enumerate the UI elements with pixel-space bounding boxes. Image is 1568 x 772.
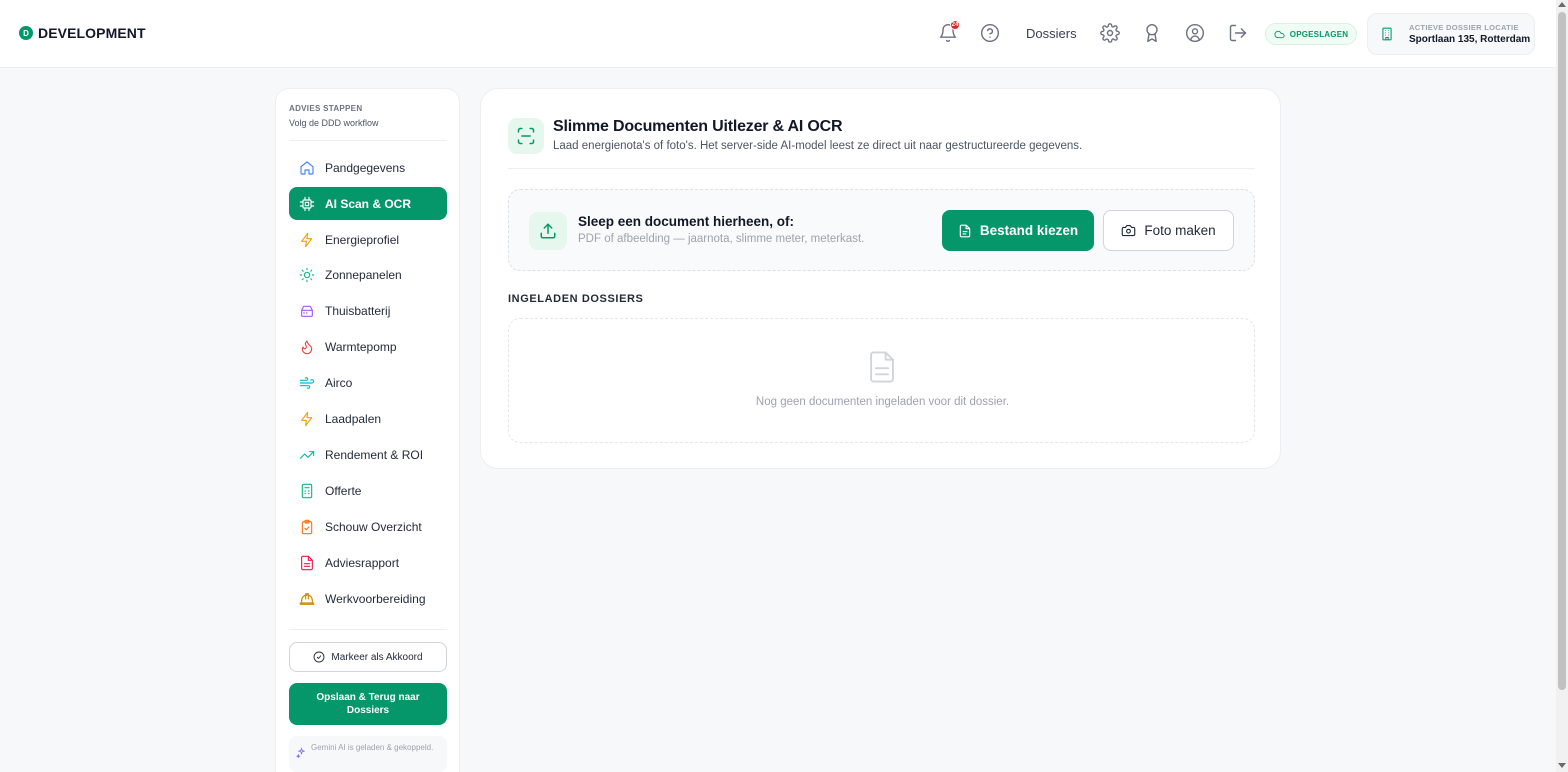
sidebar-item-label: Schouw Overzicht <box>325 520 422 534</box>
sidebar-item-label: Airco <box>325 376 353 390</box>
sidebar-item-energieprofiel[interactable]: Energieprofiel <box>289 223 447 256</box>
choose-file-label: Bestand kiezen <box>979 223 1079 238</box>
mark-approved-button[interactable]: Markeer als Akkoord <box>289 642 447 672</box>
sun-icon <box>299 267 315 283</box>
take-photo-label: Foto maken <box>1144 223 1216 238</box>
sidebar-item-label: AI Scan & OCR <box>325 197 412 211</box>
mark-approved-label: Markeer als Akkoord <box>331 651 423 663</box>
location-label: ACTIEVE DOSSIER LOCATIE <box>1409 23 1519 32</box>
brand-badge: D <box>19 26 33 40</box>
sidebar-item-schouw-overzicht[interactable]: Schouw Overzicht <box>289 510 447 543</box>
save-and-return-button[interactable]: Opslaan & Terug naar Dossiers <box>289 683 447 725</box>
brand-name: DEVELOPMENT <box>38 25 146 41</box>
cloud-check-icon <box>1274 30 1285 38</box>
help-circle-icon <box>980 23 1000 43</box>
sidebar-title: ADVIES STAPPEN <box>289 104 363 113</box>
sidebar-divider <box>289 629 447 630</box>
sparkles-icon <box>296 747 306 758</box>
ai-status-text: Gemini AI is geladen & gekoppeld. <box>311 743 434 752</box>
upload-dropzone[interactable]: Sleep een document hierheen, of: PDF of … <box>508 189 1255 271</box>
home-icon <box>299 160 315 176</box>
page-subtitle: Laad energienota's of foto's. Het server… <box>553 140 1083 152</box>
file-icon <box>959 224 971 237</box>
sidebar-item-label: Thuisbatterij <box>325 304 391 318</box>
sidebar-item-laadpalen[interactable]: Laadpalen <box>289 402 447 435</box>
achievements-button[interactable] <box>1141 22 1163 44</box>
dossiers-link[interactable]: Dossiers <box>1026 26 1077 41</box>
logout-button[interactable] <box>1227 22 1249 44</box>
calculator-icon <box>299 483 315 499</box>
scroll-up-arrow-icon[interactable] <box>1558 2 1566 7</box>
chip-icon <box>299 196 315 212</box>
help-button[interactable] <box>979 22 1001 44</box>
wind-icon <box>299 375 315 391</box>
header-divider <box>508 168 1255 169</box>
bolt-icon <box>299 232 315 248</box>
sidebar-item-werkvoorbereiding[interactable]: Werkvoorbereiding <box>289 582 447 615</box>
building-icon <box>1380 27 1394 41</box>
location-value: Sportlaan 135, Rotterdam <box>1409 34 1531 45</box>
scroll-down-arrow-icon[interactable] <box>1558 763 1566 768</box>
document-icon <box>299 555 315 571</box>
dropzone-title: Sleep een document hierheen, of: <box>578 214 795 229</box>
sidebar-subtitle: Volg de DDD workflow <box>289 118 379 128</box>
empty-documents-state: Nog geen documenten ingeladen voor dit d… <box>508 318 1255 443</box>
page-scrollbar[interactable] <box>1556 0 1568 772</box>
empty-document-icon <box>870 351 894 383</box>
sidebar-item-rendement-roi[interactable]: Rendement & ROI <box>289 438 447 471</box>
choose-file-button[interactable]: Bestand kiezen <box>942 210 1094 251</box>
sidebar-item-pandgegevens[interactable]: Pandgegevens <box>289 151 447 184</box>
bolt-icon <box>299 411 315 427</box>
notifications-button[interactable]: 24 <box>937 20 960 44</box>
top-bar: D DEVELOPMENT 24 Dossiers OPGESLAGEN ACT… <box>0 0 1556 68</box>
advice-steps-sidebar: ADVIES STAPPEN Volg de DDD workflow Pand… <box>275 88 460 772</box>
sidebar-item-label: Rendement & ROI <box>325 448 424 462</box>
scan-icon <box>508 118 544 154</box>
sidebar-item-warmtepomp[interactable]: Warmtepomp <box>289 330 447 363</box>
profile-button[interactable] <box>1184 22 1206 44</box>
gear-icon <box>1100 23 1120 43</box>
sidebar-item-label: Adviesrapport <box>325 556 400 570</box>
sidebar-item-adviesrapport[interactable]: Adviesrapport <box>289 546 447 579</box>
sidebar-item-label: Zonnepanelen <box>325 268 402 282</box>
trend-up-icon <box>299 447 315 463</box>
document-scanner-card: Slimme Documenten Uitlezer & AI OCR Laad… <box>480 88 1281 469</box>
logout-icon <box>1229 24 1247 42</box>
hardhat-icon <box>299 591 315 607</box>
user-circle-icon <box>1185 23 1205 43</box>
notification-count-badge: 24 <box>950 20 960 30</box>
check-circle-icon <box>313 651 325 663</box>
flame-icon <box>299 339 315 355</box>
camera-icon <box>1122 224 1136 237</box>
upload-icon <box>529 212 567 250</box>
empty-state-text: Nog geen documenten ingeladen voor dit d… <box>755 396 1010 408</box>
sidebar-item-offerte[interactable]: Offerte <box>289 474 447 507</box>
take-photo-button[interactable]: Foto maken <box>1103 210 1234 251</box>
clipboard-check-icon <box>299 519 315 535</box>
ai-status-note: Gemini AI is geladen & gekoppeld. <box>289 736 447 772</box>
sidebar-item-thuisbatterij[interactable]: Thuisbatterij <box>289 294 447 327</box>
sidebar-item-zonnepanelen[interactable]: Zonnepanelen <box>289 258 447 291</box>
loaded-dossiers-heading: INGELADEN DOSSIERS <box>508 293 644 305</box>
sidebar-item-ai-scan[interactable]: AI Scan & OCR <box>289 187 447 220</box>
battery-icon <box>299 303 315 319</box>
saved-status-badge: OPGESLAGEN <box>1265 23 1357 45</box>
dropzone-subtitle: PDF of afbeelding — jaarnota, slimme met… <box>578 233 865 245</box>
sidebar-divider <box>289 140 447 141</box>
award-icon <box>1146 23 1158 43</box>
active-dossier-location[interactable]: ACTIEVE DOSSIER LOCATIE Sportlaan 135, R… <box>1367 13 1535 55</box>
sidebar-item-label: Offerte <box>325 484 362 498</box>
sidebar-item-label: Werkvoorbereiding <box>325 592 426 606</box>
scroll-thumb[interactable] <box>1558 12 1566 690</box>
sidebar-item-label: Laadpalen <box>325 412 382 426</box>
sidebar-item-label: Energieprofiel <box>325 233 400 247</box>
sidebar-item-label: Pandgegevens <box>325 161 406 175</box>
brand-logo[interactable]: D DEVELOPMENT <box>19 25 146 41</box>
settings-button[interactable] <box>1099 22 1121 44</box>
page-title: Slimme Documenten Uitlezer & AI OCR <box>553 118 843 135</box>
sidebar-item-airco[interactable]: Airco <box>289 366 447 399</box>
sidebar-item-label: Warmtepomp <box>325 340 397 354</box>
saved-status-label: OPGESLAGEN <box>1289 29 1349 39</box>
